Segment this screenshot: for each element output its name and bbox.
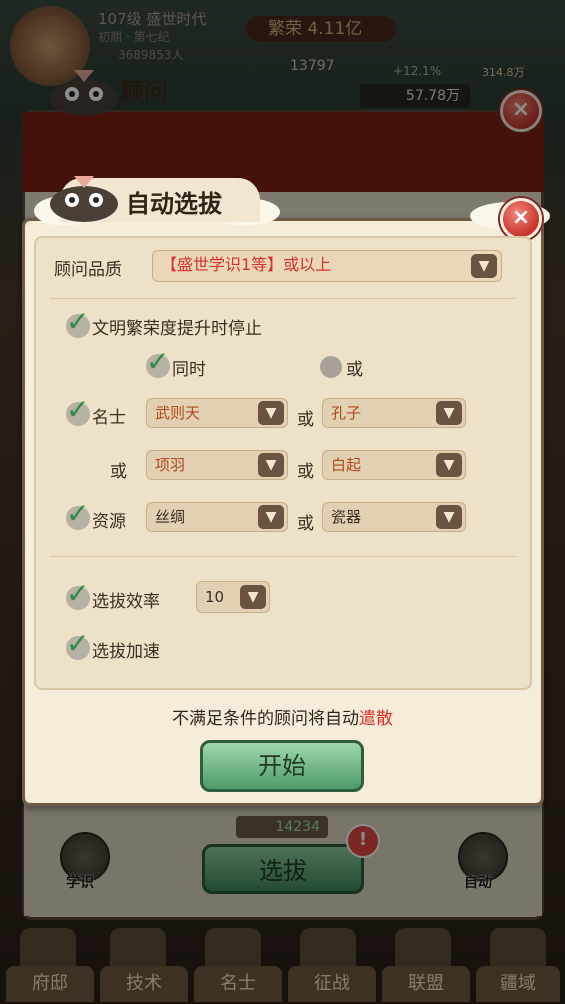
chevron-down-icon: ▼: [436, 505, 462, 529]
or-label: 或: [297, 410, 314, 430]
quality-select-value: 【盛世学识1等】或以上: [161, 255, 332, 274]
resource-label: 资源: [92, 512, 126, 532]
checkmark-icon: ✓: [66, 497, 90, 530]
chevron-down-icon: ▼: [258, 401, 284, 425]
resource-select-2[interactable]: 瓷器 ▼: [322, 502, 466, 532]
resource-select-1[interactable]: 丝绸 ▼: [146, 502, 288, 532]
or-label: 或: [110, 462, 127, 482]
dialog-title: 自动选拔: [126, 189, 222, 218]
dialog-close-button[interactable]: ×: [500, 198, 542, 240]
checkmark-icon: ✓: [146, 345, 170, 378]
checkmark-icon: ✓: [66, 577, 90, 610]
or-label: 或: [297, 514, 314, 534]
notice-text: 不满足条件的顾问将自动: [172, 709, 359, 729]
checkmark-icon: ✓: [66, 627, 90, 660]
famous-select-1[interactable]: 武则天 ▼: [146, 398, 288, 428]
checkmark-icon: ✓: [66, 393, 90, 426]
efficiency-select[interactable]: 10 ▼: [196, 581, 270, 613]
quality-select[interactable]: 【盛世学识1等】或以上 ▼: [152, 250, 502, 282]
famous-label: 名士: [92, 408, 126, 428]
divider: [50, 556, 516, 557]
stop-prosperity-label: 文明繁荣度提升时停止: [92, 319, 262, 339]
efficiency-label: 选拔效率: [92, 592, 160, 612]
famous-select-2[interactable]: 孔子 ▼: [322, 398, 466, 428]
chevron-down-icon: ▼: [258, 505, 284, 529]
mode-or-label: 或: [346, 360, 363, 380]
accelerate-label: 选拔加速: [92, 642, 160, 662]
chevron-down-icon: ▼: [258, 453, 284, 477]
mode-or-radio[interactable]: [320, 356, 342, 378]
quality-label: 顾问品质: [54, 260, 122, 280]
start-button[interactable]: 开始: [200, 740, 364, 792]
mode-and-label: 同时: [172, 360, 206, 380]
chevron-down-icon: ▼: [436, 453, 462, 477]
dismiss-notice: 不满足条件的顾问将自动遣散: [0, 704, 565, 729]
or-label: 或: [297, 462, 314, 482]
chevron-down-icon: ▼: [436, 401, 462, 425]
divider: [50, 298, 516, 299]
dragon-mascot-icon: [50, 176, 118, 222]
checkmark-icon: ✓: [66, 305, 90, 338]
famous-select-4[interactable]: 白起 ▼: [322, 450, 466, 480]
famous-select-3[interactable]: 项羽 ▼: [146, 450, 288, 480]
notice-highlight: 遣散: [359, 709, 393, 729]
chevron-down-icon: ▼: [240, 585, 266, 609]
chevron-down-icon: ▼: [471, 254, 497, 278]
